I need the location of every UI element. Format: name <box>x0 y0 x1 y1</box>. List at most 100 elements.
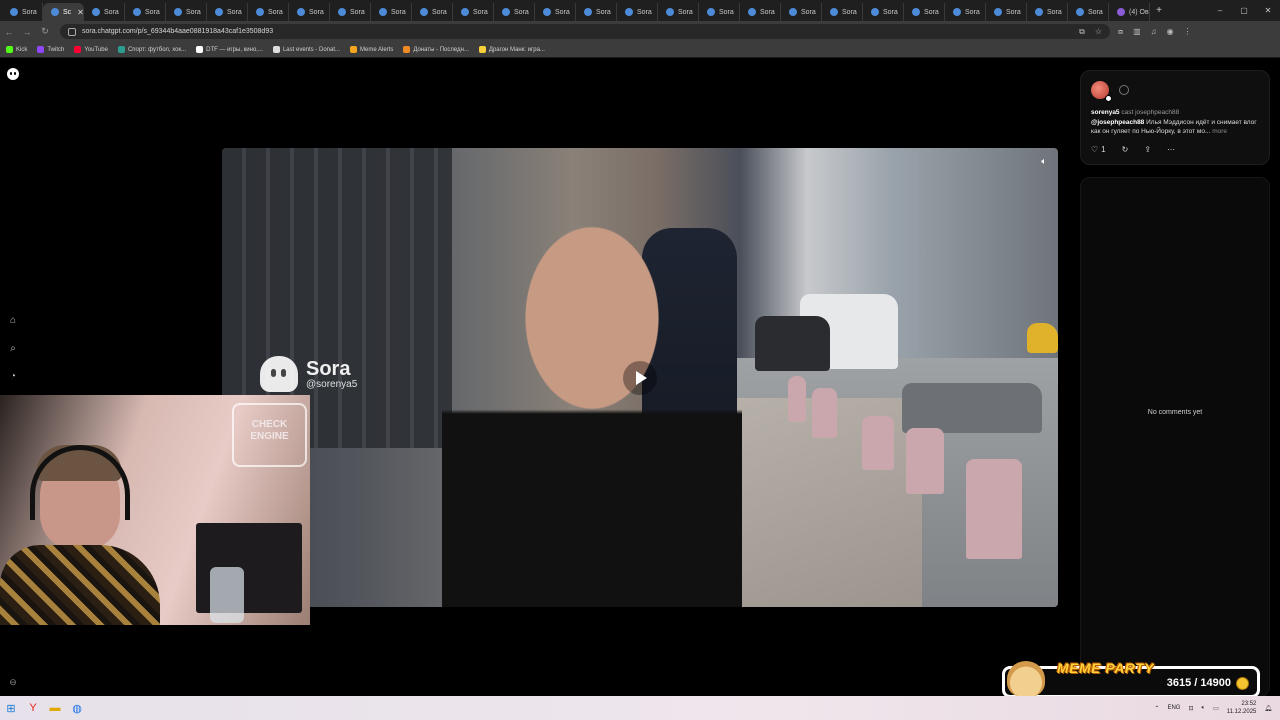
browser-tab[interactable]: Sora <box>248 3 289 21</box>
share-button[interactable]: ⇪ <box>1144 145 1151 154</box>
more-options-button[interactable]: ⋯ <box>1167 145 1175 154</box>
bookmark-item[interactable]: Донаты - Последн... <box>403 46 469 53</box>
browser-tab[interactable]: Sora <box>945 3 986 21</box>
tab-label: Sora <box>596 8 611 16</box>
bookmark-item[interactable]: DTF — игры, кино,... <box>196 46 263 53</box>
browser-tab[interactable]: Sc ✕ <box>43 3 84 21</box>
browser-tab[interactable]: Sora <box>535 3 576 21</box>
settings-icon[interactable]: ⊖ <box>7 677 19 689</box>
profile-icon[interactable]: ◉ <box>1167 27 1174 37</box>
browser-tab[interactable]: Sora <box>330 3 371 21</box>
windows-start-icon[interactable]: ⊞ <box>0 697 22 719</box>
tab-label: Sora <box>1006 8 1021 16</box>
reload-icon[interactable]: ↻ <box>36 26 54 37</box>
browser-tab[interactable]: Sora <box>658 3 699 21</box>
browser-tab[interactable]: Sora <box>125 3 166 21</box>
no-comments-text: No comments yet <box>1147 409 1203 416</box>
sidebar-icon[interactable]: ▥ <box>1133 27 1141 37</box>
language-indicator[interactable]: ENG <box>1167 705 1180 711</box>
browser-tab[interactable]: Sora <box>289 3 330 21</box>
bookmark-item[interactable]: Last events - Donat... <box>272 46 340 53</box>
follow-badge-icon[interactable] <box>1105 95 1112 102</box>
browser-tab[interactable]: Sora <box>412 3 453 21</box>
browser-tab[interactable]: Sora <box>166 3 207 21</box>
forward-icon[interactable]: → <box>18 27 36 37</box>
extensions-icon[interactable]: ⧈ <box>1118 27 1123 37</box>
browser-tab[interactable]: (4) Ов <box>1109 3 1150 21</box>
bookmark-item[interactable]: Спорт: футбол, хок... <box>117 46 186 53</box>
tab-label: Sora <box>350 8 365 16</box>
tab-close-icon[interactable]: ✕ <box>77 8 83 17</box>
network-icon[interactable]: ⊡ <box>1188 705 1193 712</box>
tab-favicon-icon <box>707 8 715 16</box>
cameo-icon[interactable] <box>1119 85 1130 95</box>
menu-icon[interactable]: ⋮ <box>1184 27 1192 37</box>
ellipsis-icon: ⋯ <box>1167 145 1176 154</box>
browser-tab[interactable]: Sora <box>1027 3 1068 21</box>
browser-tab[interactable]: Sora <box>863 3 904 21</box>
browser-tab[interactable]: Sora <box>822 3 863 21</box>
activity-icon[interactable]: ◔ <box>7 371 19 383</box>
site-info-icon[interactable] <box>68 27 76 36</box>
new-tab-button[interactable]: + <box>1150 5 1168 16</box>
browser-tab[interactable]: Sora <box>2 3 43 21</box>
remix-button[interactable]: ↻ <box>1122 145 1129 154</box>
clock[interactable]: 23:52 11.12.2025 <box>1227 700 1257 716</box>
notifications-icon[interactable]: 🔔︎ <box>1264 705 1272 712</box>
bookmark-favicon-icon <box>6 46 13 53</box>
post-username[interactable]: sorenya5 <box>1091 109 1120 116</box>
bookmark-item[interactable]: Драгон Манк: игра... <box>478 46 545 53</box>
yandex-browser-icon[interactable]: Y <box>22 697 44 719</box>
browser-tab[interactable]: Sora <box>453 3 494 21</box>
browser-tab[interactable]: Sora <box>986 3 1027 21</box>
caption-mention[interactable]: @josephpeach88 <box>1091 119 1144 126</box>
cast-user[interactable]: josephpeach88 <box>1135 109 1179 116</box>
bookmark-favicon-icon <box>272 46 280 53</box>
video-player[interactable]: Sora @sorenya5 🔈︎ <box>222 148 1058 607</box>
maximize-button[interactable]: ▢ <box>1232 0 1256 21</box>
browser-tab[interactable]: Sora <box>84 3 125 21</box>
battery-icon[interactable]: ▭ <box>1213 705 1219 712</box>
browser-tab[interactable]: Sora <box>207 3 248 21</box>
browser-tab[interactable]: Sora <box>371 3 412 21</box>
browser-tab[interactable]: Sora <box>494 3 535 21</box>
bookmark-item[interactable]: Twitch <box>37 46 64 53</box>
chrome-icon[interactable]: ◍ <box>66 697 88 719</box>
play-icon[interactable] <box>623 361 657 395</box>
bookmark-favicon-icon <box>403 46 411 53</box>
tab-favicon-icon <box>625 8 633 16</box>
back-icon[interactable]: ← <box>0 27 18 37</box>
browser-tab[interactable]: Sora <box>576 3 617 21</box>
tab-label: Sora <box>1088 8 1103 16</box>
bookmark-label: Донаты - Последн... <box>413 46 469 53</box>
close-window-button[interactable]: ✕ <box>1256 0 1280 21</box>
bookmark-item[interactable]: Meme Alerts <box>350 46 393 53</box>
install-app-icon[interactable]: ⧉ <box>1079 27 1085 37</box>
tab-label: Sora <box>473 8 488 16</box>
browser-tab[interactable]: Sora <box>699 3 740 21</box>
feed-icon[interactable]: ⌂ <box>7 315 19 327</box>
clock-date: 11.12.2025 <box>1226 709 1257 715</box>
address-bar[interactable]: sora.chatgpt.com/p/s_69344b4aae0881918a4… <box>60 24 1110 39</box>
browser-tab[interactable]: Sora <box>617 3 658 21</box>
minimize-button[interactable]: – <box>1208 0 1232 21</box>
tab-favicon-icon <box>420 8 428 16</box>
mute-icon[interactable]: 🔈︎ <box>1038 155 1050 167</box>
search-icon[interactable]: ⌕ <box>7 343 19 355</box>
bookmark-item[interactable]: YouTube <box>74 46 108 53</box>
browser-tab[interactable]: Sora <box>1068 3 1109 21</box>
avatar[interactable] <box>1091 81 1112 102</box>
bookmark-item[interactable]: Kick <box>6 46 27 53</box>
media-icon[interactable]: ♫ <box>1151 27 1157 37</box>
file-explorer-icon[interactable]: ▬ <box>44 697 66 719</box>
sora-logo-icon[interactable] <box>7 68 19 80</box>
volume-icon[interactable]: 🔈︎ <box>1202 705 1206 712</box>
tray-arrow-icon[interactable]: ⌃ <box>1154 705 1159 712</box>
like-button[interactable]: ♡ 1 <box>1091 145 1106 154</box>
more-link[interactable]: more <box>1212 128 1227 135</box>
browser-tab[interactable]: Sora <box>904 3 945 21</box>
browser-tab[interactable]: Sora <box>781 3 822 21</box>
cast-label: cast <box>1121 109 1134 116</box>
browser-tab[interactable]: Sora <box>740 3 781 21</box>
bookmark-star-icon[interactable]: ☆ <box>1095 27 1102 37</box>
